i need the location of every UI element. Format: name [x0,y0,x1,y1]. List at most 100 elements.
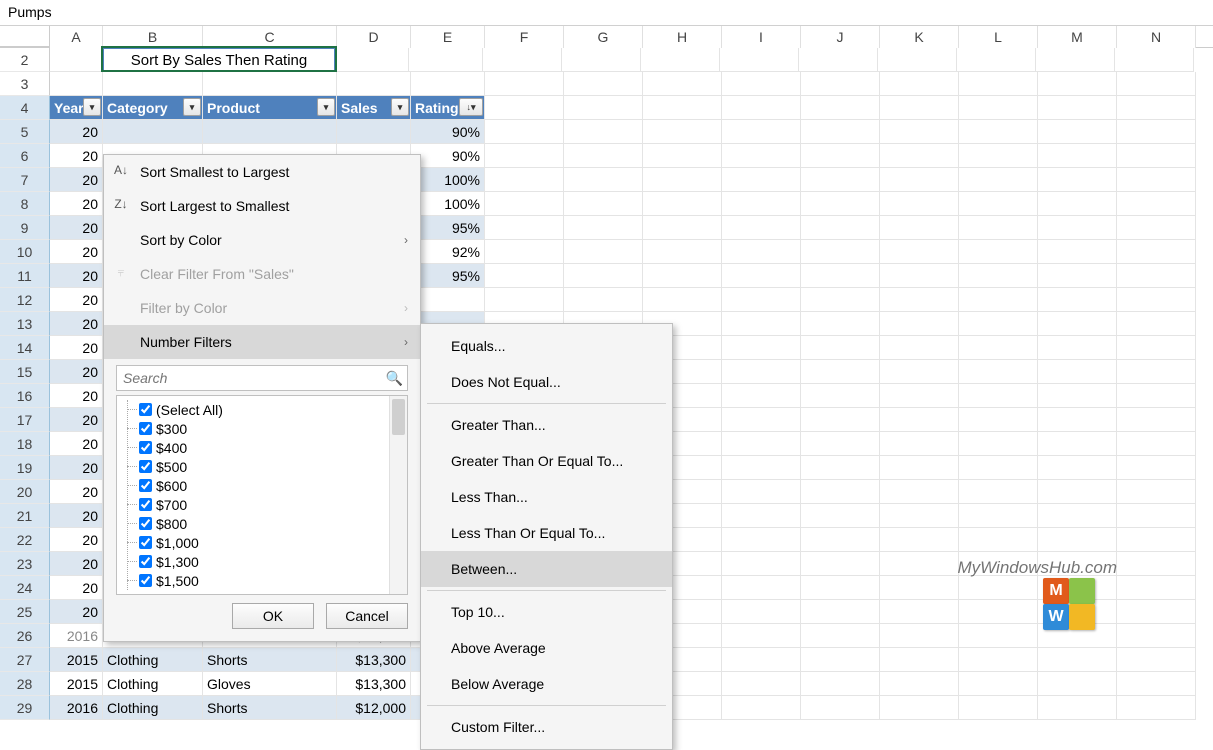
cell-A15[interactable]: 20 [50,360,103,384]
col-header-D[interactable]: D [337,26,411,48]
cell-I28[interactable] [722,672,801,696]
row-header-29[interactable]: 29 [0,696,50,720]
cell-M7[interactable] [1038,168,1117,192]
cell-L6[interactable] [959,144,1038,168]
filter-not-equal[interactable]: Does Not Equal... [421,364,672,400]
cell-C29[interactable]: Shorts [203,696,337,720]
col-header-B[interactable]: B [103,26,203,48]
cell-K16[interactable] [880,384,959,408]
cell-D27[interactable]: $13,300 [337,648,411,672]
cell-N8[interactable] [1117,192,1196,216]
filter-list-scrollbar[interactable] [389,396,407,594]
cell-L5[interactable] [959,120,1038,144]
cell-F10[interactable] [485,240,564,264]
cell-I22[interactable] [722,528,801,552]
cell-G11[interactable] [564,264,643,288]
col-header-M[interactable]: M [1038,26,1117,48]
cell-A10[interactable]: 20 [50,240,103,264]
cell-K25[interactable] [880,600,959,624]
cell-A7[interactable]: 20 [50,168,103,192]
cell-E11[interactable]: 95% [411,264,485,288]
cell-D28[interactable]: $13,300 [337,672,411,696]
filter-value-checkbox-6[interactable] [139,517,152,530]
formula-bar[interactable]: Pumps [0,0,1213,26]
cell-J19[interactable] [801,456,880,480]
cell-B29[interactable]: Clothing [103,696,203,720]
filter-value-checkbox-2[interactable] [139,441,152,454]
row-header-2[interactable]: 2 [0,48,50,72]
row-header-16[interactable]: 16 [0,384,50,408]
cell-N22[interactable] [1117,528,1196,552]
cell-G7[interactable] [564,168,643,192]
row-header-24[interactable]: 24 [0,576,50,600]
table-header-rating[interactable]: Rating↓▾ [411,96,485,120]
filter-button-rating[interactable]: ↓▾ [459,98,483,116]
cell-K14[interactable] [880,336,959,360]
cell-A6[interactable]: 20 [50,144,103,168]
cell-J16[interactable] [801,384,880,408]
filter-button-sales[interactable]: ▾ [391,98,409,116]
cell-I8[interactable] [722,192,801,216]
filter-button-category[interactable]: ▾ [183,98,201,116]
row-header-7[interactable]: 7 [0,168,50,192]
cell-K21[interactable] [880,504,959,528]
filter-button-year[interactable]: ▾ [83,98,101,116]
cell-M11[interactable] [1038,264,1117,288]
cell-K3[interactable] [880,72,959,96]
row-header-18[interactable]: 18 [0,432,50,456]
cell-J26[interactable] [801,624,880,648]
row-header-27[interactable]: 27 [0,648,50,672]
filter-value-4[interactable]: $600 [123,476,407,495]
cell-M2[interactable] [1036,48,1115,72]
cell-A11[interactable]: 20 [50,264,103,288]
col-header-I[interactable]: I [722,26,801,48]
cell-D3[interactable] [337,72,411,96]
cell-N9[interactable] [1117,216,1196,240]
cell-J18[interactable] [801,432,880,456]
cell-K15[interactable] [880,360,959,384]
cell-I7[interactable] [722,168,801,192]
cancel-button[interactable]: Cancel [326,603,408,629]
cell-J3[interactable] [801,72,880,96]
filter-greater-than[interactable]: Greater Than... [421,407,672,443]
cell-L19[interactable] [959,456,1038,480]
cell-I19[interactable] [722,456,801,480]
cell-A23[interactable]: 20 [50,552,103,576]
cell-L9[interactable] [959,216,1038,240]
cell-L7[interactable] [959,168,1038,192]
filter-value-8[interactable]: $1,300 [123,552,407,571]
cell-N27[interactable] [1117,648,1196,672]
select-all-corner[interactable] [0,26,50,47]
cell-N4[interactable] [1117,96,1196,120]
cell-A9[interactable]: 20 [50,216,103,240]
cell-A21[interactable]: 20 [50,504,103,528]
cell-J14[interactable] [801,336,880,360]
cell-K20[interactable] [880,480,959,504]
cell-N18[interactable] [1117,432,1196,456]
cell-J5[interactable] [801,120,880,144]
cell-M27[interactable] [1038,648,1117,672]
ok-button[interactable]: OK [232,603,314,629]
filter-between[interactable]: Between... [421,551,672,587]
cell-H8[interactable] [643,192,722,216]
cell-J12[interactable] [801,288,880,312]
sort-desc[interactable]: Z↓ Sort Largest to Smallest [104,189,420,223]
cell-F8[interactable] [485,192,564,216]
cell-G6[interactable] [564,144,643,168]
row-header-6[interactable]: 6 [0,144,50,168]
cell-J23[interactable] [801,552,880,576]
filter-greater-equal[interactable]: Greater Than Or Equal To... [421,443,672,479]
cell-A29[interactable]: 2016 [50,696,103,720]
filter-value-checkbox-0[interactable] [139,403,152,416]
cell-J27[interactable] [801,648,880,672]
filter-value-checkbox-9[interactable] [139,574,152,587]
filter-button-product[interactable]: ▾ [317,98,335,116]
cell-I23[interactable] [722,552,801,576]
filter-value-list[interactable]: (Select All)$300$400$500$600$700$800$1,0… [116,395,408,595]
cell-N14[interactable] [1117,336,1196,360]
cell-N10[interactable] [1117,240,1196,264]
cell-A2[interactable] [50,48,103,72]
cell-K4[interactable] [880,96,959,120]
filter-equals[interactable]: Equals... [421,328,672,364]
cell-N12[interactable] [1117,288,1196,312]
